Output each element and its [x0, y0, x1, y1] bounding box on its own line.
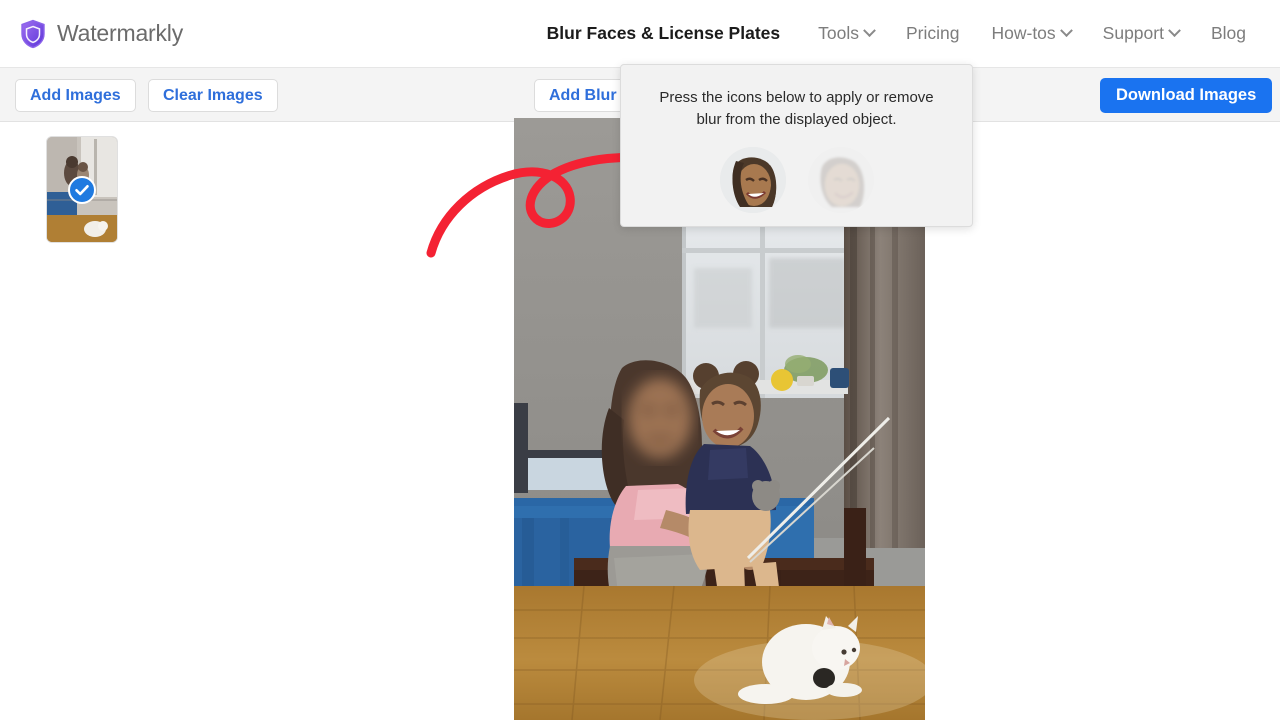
nav-item-blur-faces[interactable]: Blur Faces & License Plates: [531, 23, 802, 44]
brand-name: Watermarkly: [57, 20, 184, 46]
brand-logo[interactable]: Watermarkly: [20, 19, 183, 49]
nav-label: Pricing: [905, 23, 960, 43]
chevron-down-icon: [1168, 24, 1181, 38]
popup-face-icons: [621, 147, 972, 213]
download-images-button[interactable]: Download Images: [1100, 78, 1273, 113]
main-navigation: Blur Faces & License Plates Tools Pricin…: [531, 23, 1262, 44]
nav-item-tools[interactable]: Tools: [802, 23, 890, 44]
add-images-button[interactable]: Add Images: [15, 79, 136, 112]
site-header: Watermarkly Blur Faces & License Plates …: [0, 0, 1280, 68]
shield-icon: [20, 19, 46, 49]
face-icon-blurred[interactable]: [807, 147, 874, 213]
nav-item-how-tos[interactable]: How-tos: [975, 23, 1086, 44]
nav-label: Blur Faces & License Plates: [546, 23, 781, 43]
chevron-down-icon: [1059, 24, 1073, 38]
blur-object-popup: Press the icons below to apply or remove…: [620, 64, 973, 227]
add-blur-button[interactable]: Add Blur: [534, 79, 632, 112]
blurred-face-thumbnail: [807, 147, 874, 213]
thumbnail-list: [46, 136, 118, 243]
nav-label: Blog: [1210, 23, 1246, 43]
check-icon: [75, 184, 89, 195]
popup-instruction-text: Press the icons below to apply or remove…: [659, 89, 934, 128]
nav-label: How-tos: [991, 23, 1056, 43]
chevron-down-icon: [863, 24, 876, 38]
nav-label: Tools: [818, 23, 859, 43]
nav-item-blog[interactable]: Blog: [1195, 23, 1262, 44]
unblurred-face-thumbnail: [719, 147, 786, 213]
nav-label: Support: [1102, 23, 1164, 43]
nav-item-support[interactable]: Support: [1087, 23, 1195, 44]
face-icon-unblurred[interactable]: [719, 147, 786, 213]
clear-images-button[interactable]: Clear Images: [148, 79, 278, 112]
selected-check-badge: [68, 175, 96, 204]
nav-item-pricing[interactable]: Pricing: [890, 23, 976, 44]
image-thumbnail[interactable]: [46, 136, 118, 243]
